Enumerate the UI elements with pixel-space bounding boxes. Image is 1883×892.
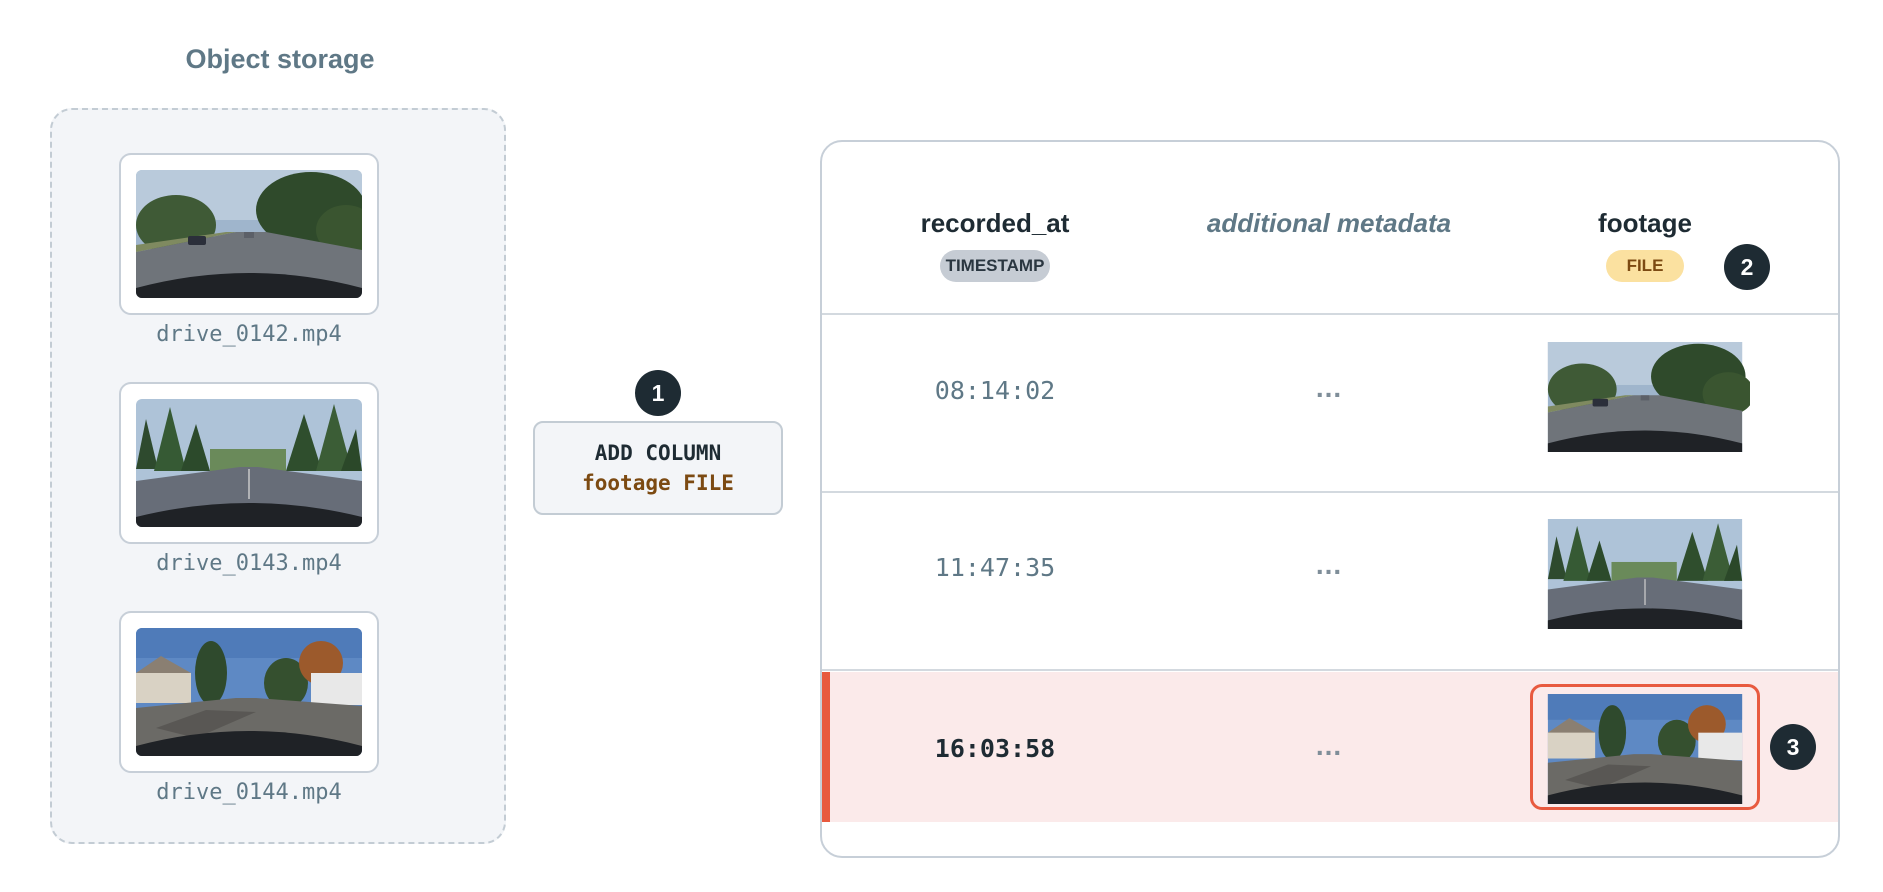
file-card[interactable] <box>119 382 379 544</box>
metadata-ellipsis: ... <box>1315 549 1343 580</box>
file-type-pill: FILE <box>1606 250 1684 282</box>
video-thumbnail <box>136 628 362 756</box>
video-thumbnail <box>136 170 362 298</box>
dashcam-scene-street-trees <box>1540 342 1750 452</box>
dashcam-scene-suburb-houses <box>136 628 362 756</box>
footage-thumbnail[interactable] <box>1540 694 1750 804</box>
footage-thumbnail[interactable] <box>1540 342 1750 452</box>
timestamp-type-pill: TIMESTAMP <box>940 250 1050 282</box>
step-badge-3: 3 <box>1770 724 1816 770</box>
recorded-at-cell: 16:03:58 <box>934 734 1056 763</box>
file-name: drive_0144.mp4 <box>156 780 342 805</box>
metadata-ellipsis: ... <box>1315 730 1343 761</box>
storage-title: Object storage <box>185 44 375 74</box>
step-badge-1: 1 <box>635 370 681 416</box>
column-header-metadata: additional metadata <box>1206 208 1452 238</box>
header-divider <box>822 313 1838 315</box>
sql-column-type: FILE <box>683 471 734 495</box>
file-name: drive_0143.mp4 <box>156 551 342 576</box>
dashcam-scene-forest-road <box>1540 519 1750 629</box>
file-card[interactable] <box>119 153 379 315</box>
data-table: recorded_at TIMESTAMP additional metadat… <box>820 140 1840 858</box>
add-column-statement: ADD COLUMN footage FILE <box>533 421 783 515</box>
row-divider <box>822 491 1838 493</box>
step-badge-2: 2 <box>1724 244 1770 290</box>
row-divider <box>822 669 1838 671</box>
file-name: drive_0142.mp4 <box>156 322 342 347</box>
dashcam-scene-suburb-houses <box>1540 694 1750 804</box>
object-storage-panel: drive_0142.mp4 drive_0143.mp4 drive_0144… <box>50 108 506 844</box>
column-header-recorded-at: recorded_at <box>920 208 1070 238</box>
metadata-ellipsis: ... <box>1315 372 1343 403</box>
sql-keyword: ADD COLUMN <box>594 441 722 465</box>
column-header-footage: footage <box>1598 208 1692 238</box>
footage-thumbnail[interactable] <box>1540 519 1750 629</box>
dashcam-scene-forest-road <box>136 399 362 527</box>
sql-column-name: footage <box>582 471 671 495</box>
recorded-at-cell: 08:14:02 <box>934 376 1056 405</box>
video-thumbnail <box>136 399 362 527</box>
file-card[interactable] <box>119 611 379 773</box>
dashcam-scene-street-trees <box>136 170 362 298</box>
recorded-at-cell: 11:47:35 <box>934 553 1056 582</box>
